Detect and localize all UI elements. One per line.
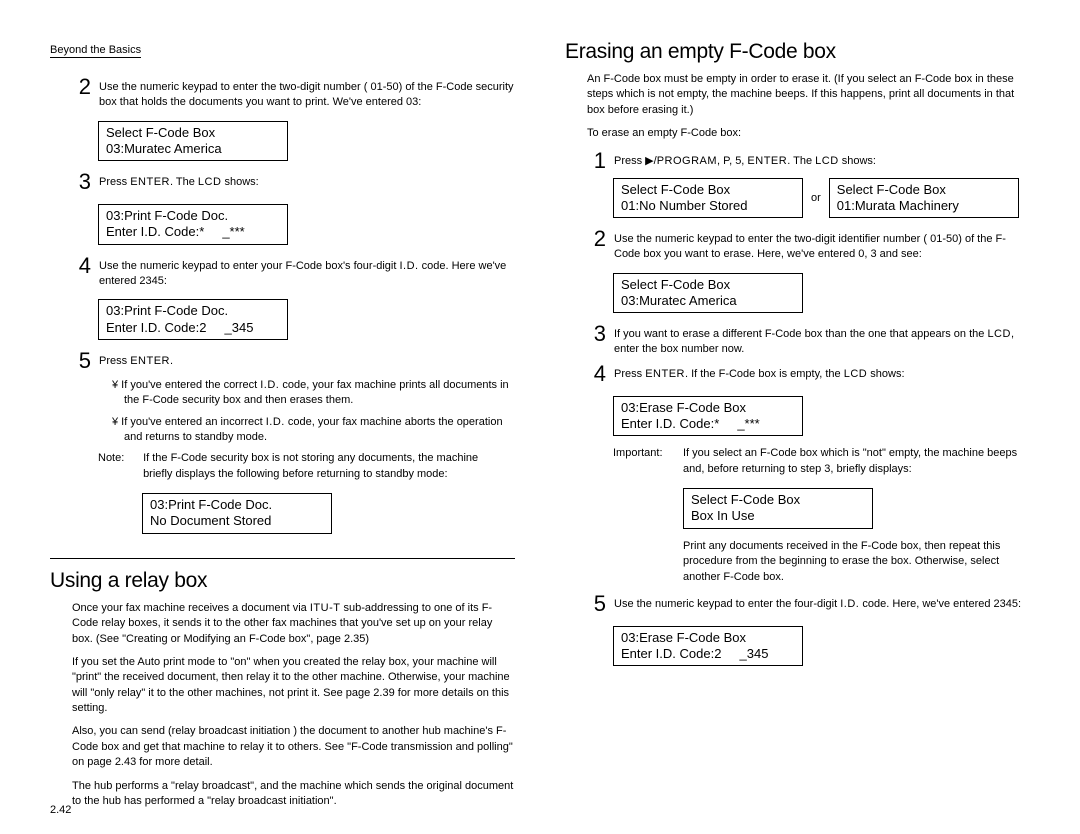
lcd-display: Select F-Code Box 03:Muratec America [613,273,803,314]
step-number: 3 [75,171,91,193]
lcd-display: 03:Print F-Code Doc. Enter I.D. Code:2 _… [98,299,288,340]
step-number: 4 [590,363,606,385]
step-number: 4 [75,255,91,277]
lcd-line: Select F-Code Box [621,277,795,293]
bullet-item: ¥ If you've entered the correct I.D. cod… [112,378,515,409]
lcd-line: Select F-Code Box [106,125,280,141]
important-body: If you select an F-Code box which is "no… [683,446,1030,477]
lcd-display: 03:Print F-Code Doc. No Document Stored [142,493,332,534]
step-2: 2 Use the numeric keypad to enter the tw… [590,228,1030,262]
step-text: If you want to erase a different F-Code … [614,323,1030,357]
section-divider [50,558,515,559]
step-text: Use the numeric keypad to enter the two-… [99,76,515,110]
lcd-line: No Document Stored [150,513,324,529]
lcd-line: Select F-Code Box [837,182,1011,198]
paragraph: Print any documents received in the F-Co… [683,539,1030,585]
paragraph: If you set the Auto print mode to "on" w… [72,655,515,717]
lcd-line: 03:Muratec America [106,141,280,157]
lcd-line: Enter I.D. Code:2 _345 [621,646,795,662]
bullet-item: ¥ If you've entered an incorrect I.D. co… [112,415,515,446]
lcd-display: 03:Print F-Code Doc. Enter I.D. Code:* _… [98,204,288,245]
lcd-line: 01:No Number Stored [621,198,795,214]
lcd-line: Box In Use [691,508,865,524]
lcd-display: Select F-Code Box 01:Murata Machinery [829,178,1019,219]
paragraph: To erase an empty F-Code box: [587,126,1030,141]
step-2: 2 Use the numeric keypad to enter the tw… [75,76,515,110]
step-text: Press ENTER. [99,350,515,369]
lcd-line: 03:Print F-Code Doc. [106,208,280,224]
lcd-display: Select F-Code Box 01:No Number Stored [613,178,803,219]
step-number: 2 [590,228,606,250]
step-text: Press ENTER. The LCD shows: [99,171,515,190]
step-3: 3 If you want to erase a different F-Cod… [590,323,1030,357]
note-block: Note: If the F-Code security box is not … [98,451,515,482]
step-text: Use the numeric keypad to enter your F-C… [99,255,515,289]
step-text: Press ENTER. If the F-Code box is empty,… [614,363,1030,382]
lcd-line: Select F-Code Box [621,182,795,198]
step-text: Press ▶/PROGRAM, P, 5, ENTER. The LCD sh… [614,150,1030,169]
step-number: 5 [590,593,606,615]
lcd-line: 03:Erase F-Code Box [621,400,795,416]
lcd-line: 03:Muratec America [621,293,795,309]
lcd-line: 01:Murata Machinery [837,198,1011,214]
important-label: Important: [613,446,665,477]
step-1: 1 Press ▶/PROGRAM, P, 5, ENTER. The LCD … [590,150,1030,172]
lcd-line: Enter I.D. Code:* _*** [106,224,280,240]
lcd-line: Enter I.D. Code:2 _345 [106,320,280,336]
right-column: Erasing an empty F-Code box An F-Code bo… [565,40,1030,817]
or-label: or [811,192,821,204]
paragraph: Also, you can send (relay broadcast init… [72,724,515,770]
lcd-display: Select F-Code Box 03:Muratec America [98,121,288,162]
step-number: 1 [590,150,606,172]
step-text: Use the numeric keypad to enter the four… [614,593,1030,612]
page-number: 2.42 [50,804,71,816]
left-column: Beyond the Basics 2 Use the numeric keyp… [50,40,515,817]
lcd-line: Enter I.D. Code:* _*** [621,416,795,432]
lcd-display: 03:Erase F-Code Box Enter I.D. Code:* _*… [613,396,803,437]
lcd-display: Select F-Code Box Box In Use [683,488,873,529]
step-4: 4 Use the numeric keypad to enter your F… [75,255,515,289]
paragraph: An F-Code box must be empty in order to … [587,72,1030,118]
lcd-line: Select F-Code Box [691,492,865,508]
paragraph: The hub performs a "relay broadcast", an… [72,779,515,810]
step-number: 5 [75,350,91,372]
lcd-pair: Select F-Code Box 01:No Number Stored or… [613,178,1030,219]
lcd-line: 03:Erase F-Code Box [621,630,795,646]
step-number: 2 [75,76,91,98]
step-5: 5 Use the numeric keypad to enter the fo… [590,593,1030,615]
lcd-line: 03:Print F-Code Doc. [106,303,280,319]
running-header: Beyond the Basics [50,44,141,58]
note-label: Note: [98,451,140,466]
step-number: 3 [590,323,606,345]
paragraph: Once your fax machine receives a documen… [72,601,515,647]
lcd-line: 03:Print F-Code Doc. [150,497,324,513]
section-heading-erase: Erasing an empty F-Code box [565,40,1030,64]
step-3: 3 Press ENTER. The LCD shows: [75,171,515,193]
step-5: 5 Press ENTER. [75,350,515,372]
step-text: Use the numeric keypad to enter the two-… [614,228,1030,262]
page-content: Beyond the Basics 2 Use the numeric keyp… [50,40,1030,817]
step-4: 4 Press ENTER. If the F-Code box is empt… [590,363,1030,385]
section-heading-relay: Using a relay box [50,569,515,593]
lcd-display: 03:Erase F-Code Box Enter I.D. Code:2 _3… [613,626,803,667]
important-block: Important: If you select an F-Code box w… [613,446,1030,477]
note-body: If the F-Code security box is not storin… [143,451,510,482]
